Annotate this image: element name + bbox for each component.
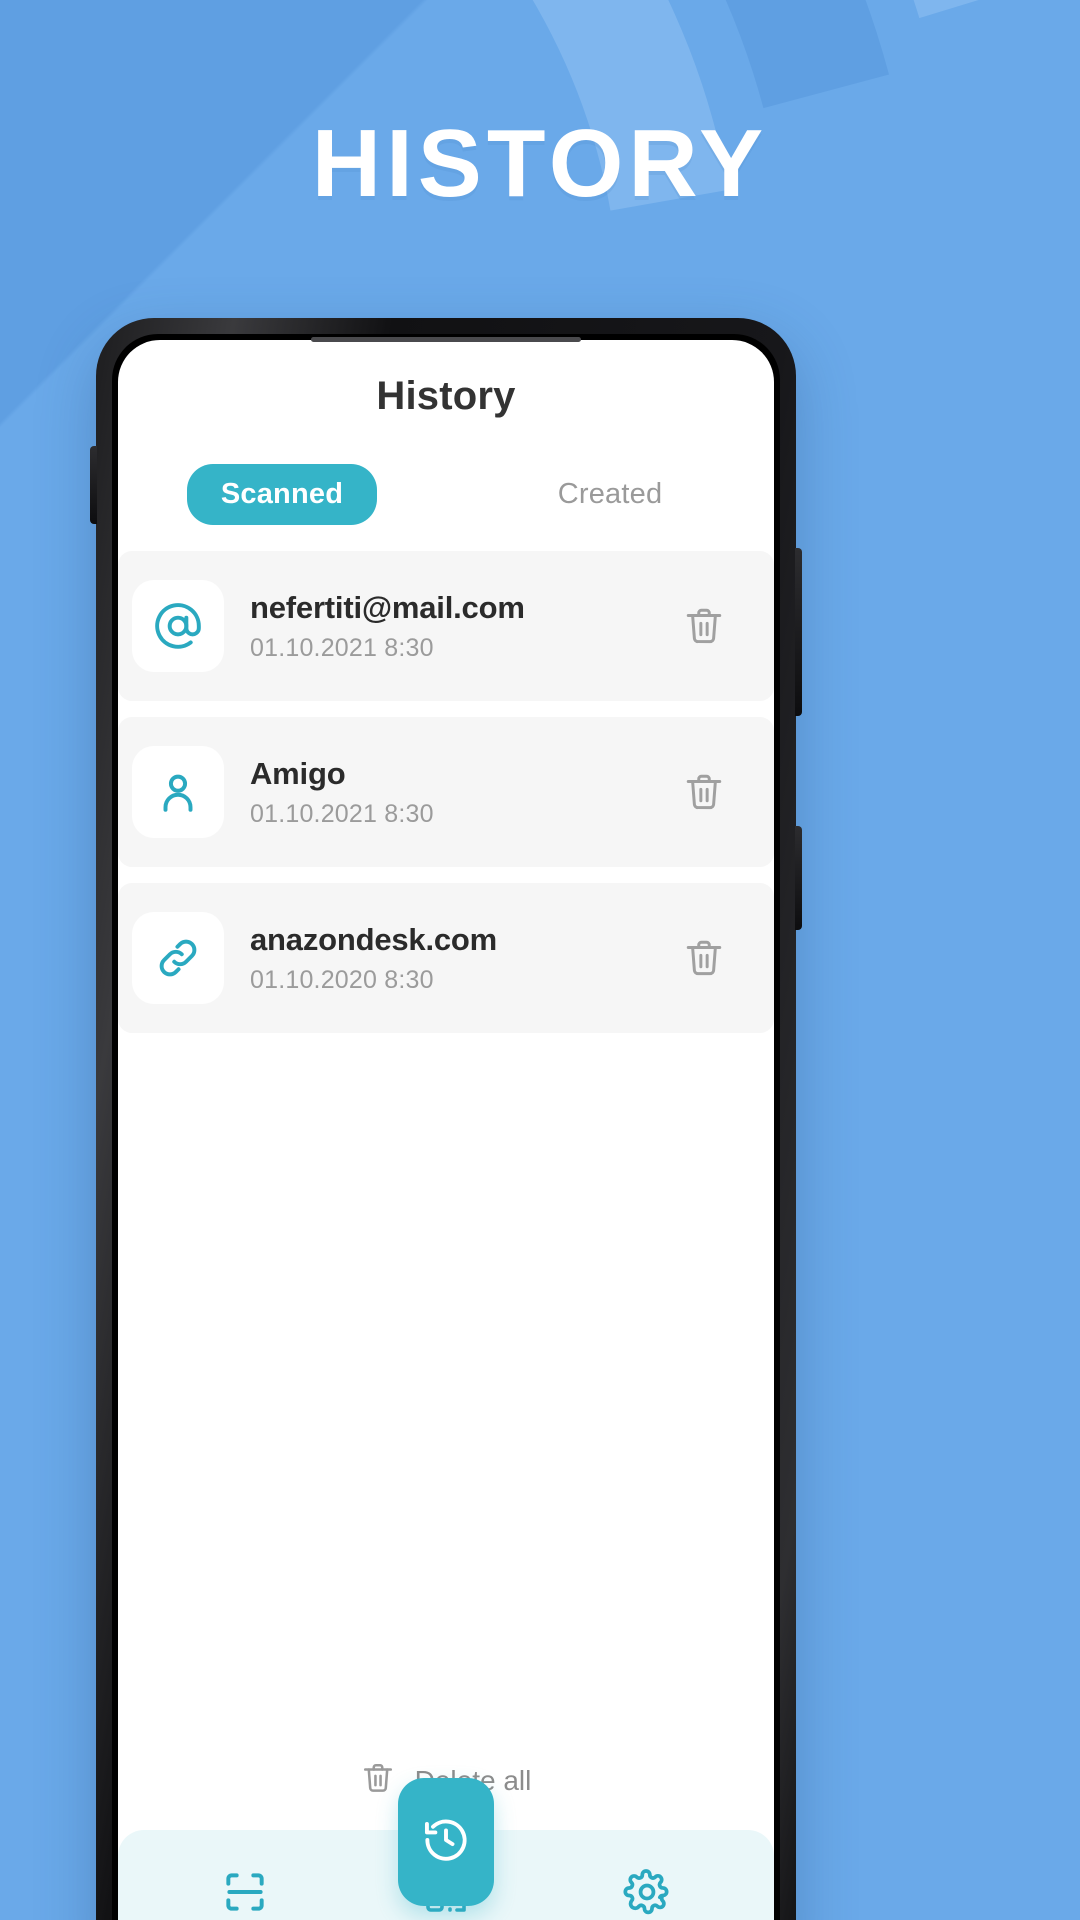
trash-icon[interactable] — [676, 764, 732, 820]
table-row[interactable]: Amigo 01.10.2021 8:30 — [118, 717, 774, 867]
nav-settings[interactable] — [602, 1849, 692, 1920]
app-screen: History Scanned Created nefertiti@mail.c… — [118, 340, 774, 1920]
phone-mockup: History Scanned Created nefertiti@mail.c… — [90, 318, 802, 1920]
list-item-date: 01.10.2020 8:30 — [250, 965, 434, 994]
trash-icon — [361, 1761, 395, 1800]
nav-history[interactable] — [398, 1778, 494, 1906]
nav-scan[interactable] — [200, 1849, 290, 1920]
tab-slot-created: Created — [446, 464, 774, 525]
link-icon — [132, 912, 224, 1004]
trash-icon[interactable] — [676, 598, 732, 654]
page-title: History — [376, 373, 516, 418]
row-text: Amigo 01.10.2021 8:30 — [250, 756, 676, 828]
phone-volume-button — [795, 826, 802, 930]
list-item-date: 01.10.2021 8:30 — [250, 799, 434, 828]
promo-headline: HISTORY — [311, 110, 769, 217]
tab-slot-scanned: Scanned — [118, 464, 446, 525]
at-sign-icon — [132, 580, 224, 672]
scan-frame-icon — [220, 1867, 270, 1920]
tab-scanned[interactable]: Scanned — [186, 464, 378, 525]
phone-left-button — [90, 446, 97, 524]
list-item-title: nefertiti@mail.com — [250, 589, 525, 625]
list-item-title: Amigo — [250, 755, 346, 791]
history-tabs: Scanned Created — [118, 452, 774, 551]
app-header: History — [118, 340, 774, 452]
bottom-navigation — [118, 1778, 774, 1920]
promo-stage: HISTORY History Scanned Created nefertit… — [0, 0, 1080, 1920]
table-row[interactable]: anazondesk.com 01.10.2020 8:30 — [118, 883, 774, 1033]
row-text: anazondesk.com 01.10.2020 8:30 — [250, 922, 676, 994]
table-row[interactable]: nefertiti@mail.com 01.10.2021 8:30 — [118, 551, 774, 701]
person-icon — [132, 746, 224, 838]
history-list: nefertiti@mail.com 01.10.2021 8:30 Amigo… — [118, 551, 774, 1735]
phone-bezel: History Scanned Created nefertiti@mail.c… — [112, 334, 780, 1920]
phone-earpiece-speaker — [311, 337, 581, 342]
list-item-title: anazondesk.com — [250, 921, 498, 957]
trash-icon[interactable] — [676, 930, 732, 986]
list-item-date: 01.10.2021 8:30 — [250, 633, 434, 662]
row-text: nefertiti@mail.com 01.10.2021 8:30 — [250, 590, 676, 662]
gear-icon — [622, 1867, 672, 1920]
tab-created[interactable]: Created — [524, 464, 697, 525]
phone-power-button — [795, 548, 802, 716]
history-clock-icon — [420, 1814, 472, 1871]
